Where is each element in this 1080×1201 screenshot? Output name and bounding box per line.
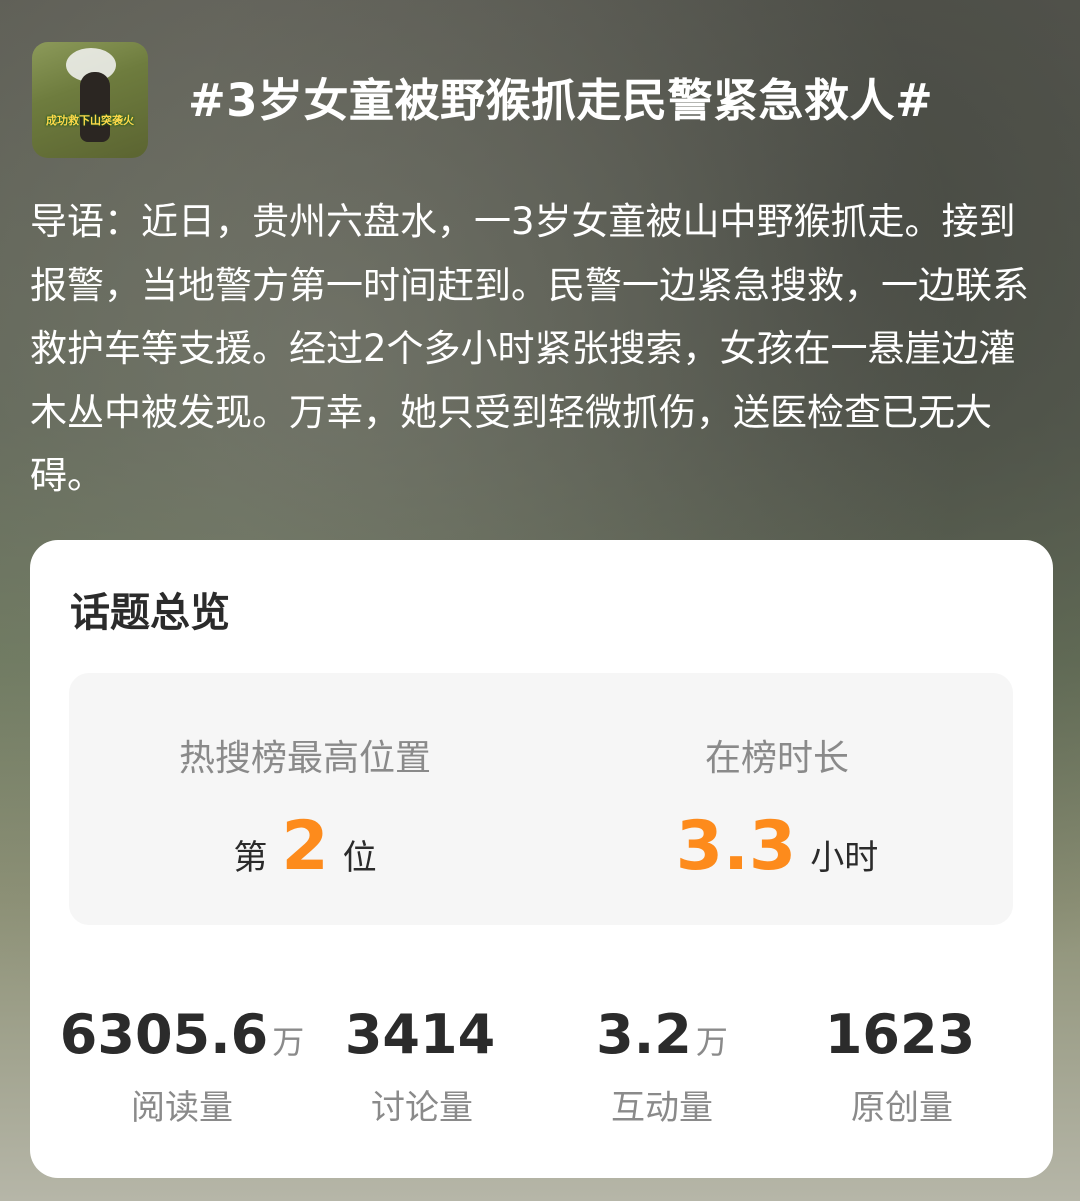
- stat-interactions-unit: 万: [695, 1023, 728, 1061]
- stat-originals-label: 原创量: [851, 1088, 953, 1128]
- stat-discussions: 3414 讨论量: [302, 1000, 542, 1130]
- ranking-summary: 热搜榜最高位置 第 2 位 在榜时长 3.3 小时: [69, 673, 1013, 925]
- topic-stats: 6305.6 万 阅读量 3414 讨论量 3.2 万 互动量 1623 原创量: [30, 1000, 1053, 1130]
- duration-value: 3.3: [675, 807, 797, 886]
- highest-rank: 热搜榜最高位置 第 2 位: [69, 673, 541, 925]
- stat-reads-unit: 万: [272, 1023, 305, 1061]
- highest-rank-suffix: 位: [342, 838, 377, 878]
- stat-discussions-value: 3414: [344, 1003, 496, 1066]
- overview-title: 话题总览: [70, 590, 230, 636]
- stat-interactions-value: 3.2: [596, 1003, 692, 1066]
- highest-rank-value: 2: [281, 807, 329, 886]
- duration-value-row: 3.3 小时: [541, 807, 1013, 887]
- highest-rank-label: 热搜榜最高位置: [178, 738, 431, 779]
- highest-rank-value-row: 第 2 位: [69, 807, 541, 887]
- stat-reads: 6305.6 万 阅读量: [59, 1000, 305, 1130]
- topic-header: 成功救下山突袭火 #3岁女童被野猴抓走民警紧急救人#: [32, 42, 1052, 158]
- duration-on-list: 在榜时长 3.3 小时: [541, 673, 1013, 925]
- stat-reads-value-row: 6305.6 万: [59, 1000, 305, 1070]
- thumbnail-figure: [80, 72, 110, 142]
- duration-unit: 小时: [810, 838, 879, 878]
- topic-overview-card: 话题总览 热搜榜最高位置 第 2 位 在榜时长 3.3 小时 6305.6 万 …: [30, 540, 1053, 1178]
- stat-originals: 1623 原创量: [782, 1000, 1022, 1130]
- topic-thumbnail[interactable]: 成功救下山突袭火: [32, 42, 148, 158]
- thumbnail-caption: 成功救下山突袭火: [46, 114, 134, 127]
- stat-discussions-label: 讨论量: [371, 1088, 473, 1128]
- stat-originals-value-row: 1623: [782, 1000, 1022, 1070]
- topic-title: #3岁女童被野猴抓走民警紧急救人#: [188, 74, 934, 127]
- stat-interactions: 3.2 万 互动量: [542, 1000, 782, 1130]
- stat-reads-value: 6305.6: [59, 1003, 269, 1066]
- stat-interactions-label: 互动量: [611, 1088, 713, 1128]
- duration-label: 在榜时长: [704, 738, 849, 779]
- stat-discussions-value-row: 3414: [302, 1000, 542, 1070]
- stat-originals-value: 1623: [824, 1003, 976, 1066]
- stat-interactions-value-row: 3.2 万: [542, 1000, 782, 1070]
- stat-reads-label: 阅读量: [131, 1088, 233, 1128]
- highest-rank-prefix: 第: [233, 838, 268, 878]
- topic-intro: 导语：近日，贵州六盘水，一3岁女童被山中野猴抓走。接到报警，当地警方第一时间赶到…: [30, 200, 1029, 497]
